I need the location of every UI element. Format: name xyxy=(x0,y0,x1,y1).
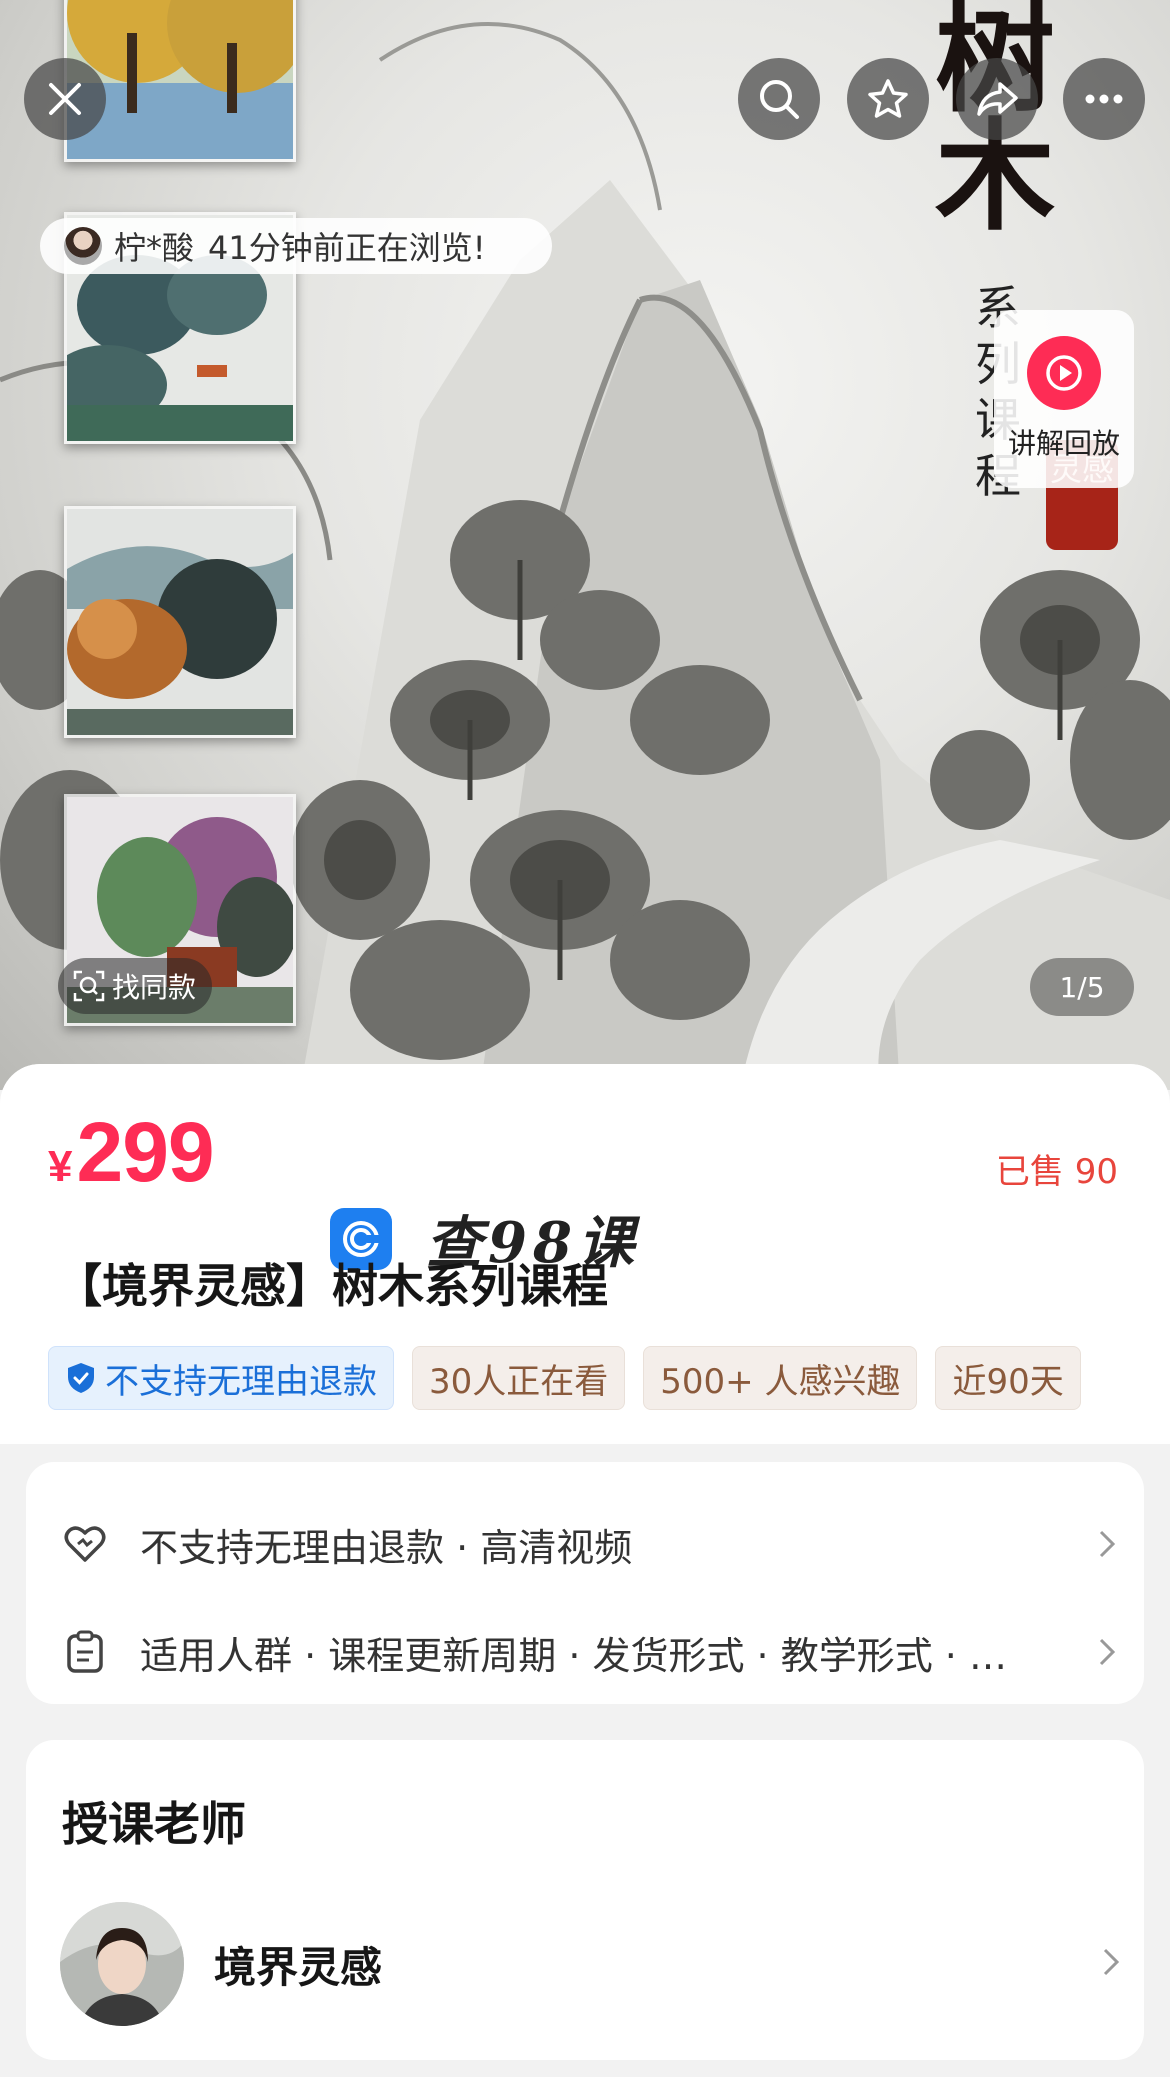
interest-tag: 500+ 人感兴趣 xyxy=(643,1346,918,1410)
chevron-right-icon xyxy=(1092,1529,1122,1559)
price-card: ¥ 299 已售 90 查98课 【境界灵感】树木系列课程 不支持无理由退款 3… xyxy=(0,1064,1170,1444)
close-icon xyxy=(49,83,81,115)
more-button[interactable] xyxy=(1063,58,1145,140)
play-icon xyxy=(1027,336,1101,410)
refund-tag[interactable]: 不支持无理由退款 xyxy=(48,1346,394,1410)
service-row[interactable]: 不支持无理由退款 · 高清视频 xyxy=(62,1514,1122,1574)
teacher-row[interactable]: 境界灵感 xyxy=(60,1900,1120,2028)
heart-shield-icon xyxy=(62,1521,108,1567)
search-icon xyxy=(760,80,799,119)
chevron-right-icon xyxy=(1092,1637,1122,1667)
product-image-carousel[interactable]: 树木 系列课程 灵感 柠*酸 41分钟前正在浏览! xyxy=(0,0,1170,1090)
replay-button[interactable]: 讲解回放 xyxy=(994,310,1134,488)
tag-label: 30人正在看 xyxy=(429,1361,609,1402)
watching-tag: 30人正在看 xyxy=(412,1346,626,1410)
share-icon xyxy=(977,82,1018,116)
browsing-message: 41分钟前正在浏览! xyxy=(208,229,486,267)
params-row[interactable]: 适用人群 · 课程更新周期 · 发货形式 · 教学形式 · … xyxy=(62,1622,1122,1682)
price-currency: ¥ xyxy=(48,1142,73,1191)
clipboard-icon xyxy=(62,1629,108,1675)
tag-label: 500+ 人感兴趣 xyxy=(660,1361,901,1402)
teacher-card: 授课老师 境界灵感 xyxy=(26,1740,1144,2060)
teacher-avatar xyxy=(60,1902,184,2026)
favorite-button[interactable] xyxy=(847,58,929,140)
image-pager: 1/5 xyxy=(1030,958,1134,1016)
find-similar-label: 找同款 xyxy=(112,971,197,1004)
params-row-text: 适用人群 · 课程更新周期 · 发货形式 · 教学形式 · … xyxy=(140,1633,1007,1678)
replay-label: 讲解回放 xyxy=(1007,427,1120,460)
tag-list: 不支持无理由退款 30人正在看 500+ 人感兴趣 近90天 xyxy=(48,1346,1122,1412)
course-title: 【境界灵感】树木系列课程 xyxy=(56,1259,608,1313)
recent-tag: 近90天 xyxy=(935,1346,1081,1410)
scan-search-icon xyxy=(72,969,106,1003)
chevron-right-icon xyxy=(1102,1947,1120,1981)
price-value: 299 xyxy=(76,1105,214,1199)
teacher-heading: 授课老师 xyxy=(62,1797,246,1851)
more-icon xyxy=(1085,94,1123,104)
avatar xyxy=(64,227,102,265)
browsing-notice: 柠*酸 41分钟前正在浏览! xyxy=(40,218,552,274)
sold-count: 已售 90 xyxy=(995,1152,1118,1192)
poster-thumbnail xyxy=(64,506,296,738)
teacher-name: 境界灵感 xyxy=(214,1942,383,1992)
browsing-user: 柠*酸 xyxy=(114,229,195,267)
service-info-card: 不支持无理由退款 · 高清视频 适用人群 · 课程更新周期 · 发货形式 · 教… xyxy=(26,1462,1144,1704)
find-similar-button[interactable]: 找同款 xyxy=(58,958,212,1014)
price: ¥ 299 xyxy=(48,1104,215,1201)
shield-icon xyxy=(65,1361,97,1395)
star-icon xyxy=(868,79,908,118)
share-button[interactable] xyxy=(956,58,1038,140)
tag-label: 近90天 xyxy=(952,1361,1064,1402)
close-button[interactable] xyxy=(24,58,106,140)
service-row-text: 不支持无理由退款 · 高清视频 xyxy=(140,1525,633,1570)
tag-label: 不支持无理由退款 xyxy=(105,1361,377,1402)
search-button[interactable] xyxy=(738,58,820,140)
product-detail-sheet: ¥ 299 已售 90 查98课 【境界灵感】树木系列课程 不支持无理由退款 3… xyxy=(0,1064,1170,2077)
